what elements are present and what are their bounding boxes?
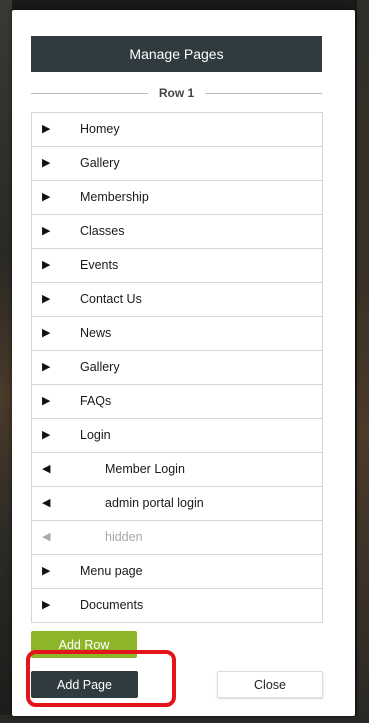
- page-list-item-label: Homey: [80, 122, 120, 136]
- page-list-item[interactable]: ◀ Member Login: [32, 453, 322, 487]
- separator-line-right: [205, 92, 322, 94]
- page-list-item[interactable]: ▶ Events: [32, 249, 322, 283]
- close-button[interactable]: Close: [217, 671, 323, 698]
- page-list-item-label: Login: [80, 428, 111, 442]
- page-list-item-label: FAQs: [80, 394, 112, 408]
- add-row-button[interactable]: Add Row: [31, 631, 137, 658]
- page-list-item-label: admin portal login: [105, 496, 204, 510]
- page-list-item-label: Contact Us: [80, 292, 142, 306]
- triangle-right-icon[interactable]: ▶: [42, 113, 50, 146]
- page-list-item-label: Events: [80, 258, 119, 272]
- triangle-left-icon[interactable]: ◀: [42, 453, 50, 486]
- background-bottom: [0, 715, 369, 723]
- triangle-right-icon[interactable]: ▶: [42, 215, 50, 248]
- background-right: [357, 0, 369, 723]
- page-list-item[interactable]: ▶ Classes: [32, 215, 322, 249]
- page-list-item-label: hidden: [105, 530, 143, 544]
- triangle-right-icon[interactable]: ▶: [42, 555, 50, 588]
- page-list-item[interactable]: ▶ Contact Us: [32, 283, 322, 317]
- triangle-left-icon[interactable]: ◀: [42, 487, 50, 520]
- page-list-item[interactable]: ▶ Login: [32, 419, 322, 453]
- page-list-item-label: Gallery: [80, 360, 120, 374]
- triangle-right-icon[interactable]: ▶: [42, 589, 50, 622]
- triangle-right-icon[interactable]: ▶: [42, 249, 50, 282]
- page-list-item[interactable]: ▶ FAQs: [32, 385, 322, 419]
- page-list-item[interactable]: ▶ Membership: [32, 181, 322, 215]
- triangle-right-icon[interactable]: ▶: [42, 283, 50, 316]
- page-list-item[interactable]: ◀ hidden: [32, 521, 322, 555]
- triangle-right-icon[interactable]: ▶: [42, 419, 50, 452]
- triangle-right-icon[interactable]: ▶: [42, 351, 50, 384]
- background-left: [0, 0, 12, 723]
- modal-header: Manage Pages: [31, 36, 322, 72]
- triangle-right-icon[interactable]: ▶: [42, 317, 50, 350]
- page-list-item-label: News: [80, 326, 112, 340]
- page-list-item[interactable]: ▶ Gallery: [32, 351, 322, 385]
- page-list-item-label: Classes: [80, 224, 125, 238]
- triangle-right-icon[interactable]: ▶: [42, 181, 50, 214]
- page-list-item[interactable]: ▶ Documents: [32, 589, 322, 623]
- page-list-item-label: Menu page: [80, 564, 143, 578]
- modal-title: Manage Pages: [129, 46, 224, 62]
- triangle-right-icon[interactable]: ▶: [42, 385, 50, 418]
- page-list-item[interactable]: ▶ Gallery: [32, 147, 322, 181]
- page-list-item[interactable]: ◀ admin portal login: [32, 487, 322, 521]
- page-list-item-label: Member Login: [105, 462, 185, 476]
- separator-line-left: [31, 92, 148, 94]
- triangle-left-icon[interactable]: ◀: [42, 521, 50, 554]
- row-separator: Row 1: [31, 86, 322, 100]
- page-list-item[interactable]: ▶ News: [32, 317, 322, 351]
- page-list-item[interactable]: ▶ Homey: [32, 113, 322, 147]
- page-list-item[interactable]: ▶ Menu page: [32, 555, 322, 589]
- add-page-button[interactable]: Add Page: [31, 671, 138, 698]
- page-list: ▶ Homey ▶ Gallery ▶ Membership ▶ Classes ▶ Events…: [31, 112, 323, 623]
- row-label: Row 1: [158, 86, 195, 100]
- page-list-item-label: Membership: [80, 190, 149, 204]
- page-list-item-label: Documents: [80, 598, 144, 612]
- triangle-right-icon[interactable]: ▶: [42, 147, 50, 180]
- page-list-item-label: Gallery: [80, 156, 120, 170]
